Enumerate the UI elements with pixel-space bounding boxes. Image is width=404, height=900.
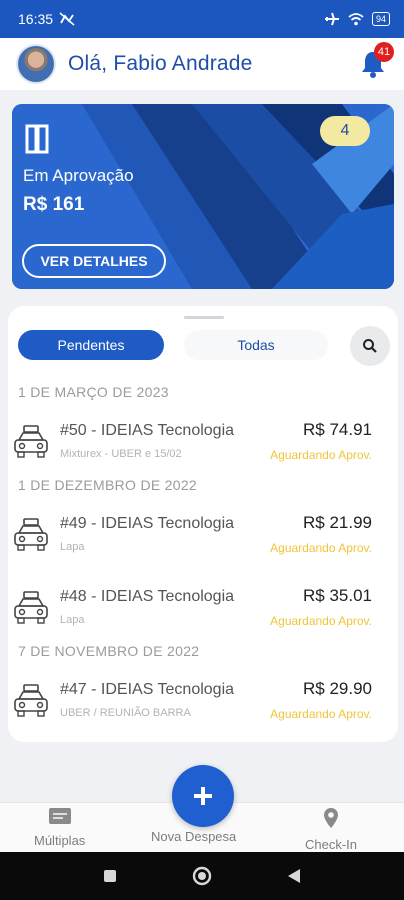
expense-title: #47 - IDEIAS Tecnologia [60, 681, 235, 698]
nav-checkin[interactable]: Check-In [305, 807, 357, 852]
expense-row[interactable]: #49 - IDEIAS Tecnologia Lapa R$ 21.99 Ag… [8, 511, 398, 567]
expense-subtitle: Mixturex - UBER e 15/02 [60, 448, 182, 460]
wifi-icon [348, 13, 364, 26]
status-time: 16:35 [18, 11, 54, 27]
location-pin-icon [324, 808, 339, 828]
app-logo-icon [25, 124, 49, 154]
tab-todas[interactable]: Todas [184, 330, 328, 360]
expense-amount: R$ 74.91 [303, 420, 372, 439]
notification-badge: 41 [374, 42, 394, 62]
notifications-button[interactable]: 41 [360, 42, 394, 78]
expense-title: #49 - IDEIAS Tecnologia [60, 515, 235, 532]
nav-nova-despesa[interactable]: Nova Despesa [151, 829, 236, 844]
expense-amount: R$ 35.01 [303, 586, 372, 605]
drag-handle[interactable] [184, 316, 224, 319]
expense-amount: R$ 21.99 [303, 513, 372, 532]
expense-row[interactable]: #50 - IDEIAS Tecnologia Mixturex - UBER … [8, 418, 398, 474]
search-button[interactable] [350, 326, 390, 366]
plus-icon [194, 787, 212, 805]
nav-multiplas-label: Múltiplas [34, 833, 86, 848]
app-header: Olá, Fabio Andrade 41 [0, 38, 404, 90]
expense-status: Aguardando Aprov. [270, 707, 372, 721]
approval-summary-card: Em Aprovação R$ 161 4 VER DETALHES [12, 104, 394, 289]
nav-nova-despesa-label: Nova Despesa [151, 829, 237, 844]
avatar[interactable] [16, 44, 56, 84]
expense-title: #48 - IDEIAS Tecnologia [60, 588, 235, 605]
expense-amount: R$ 29.90 [303, 679, 372, 698]
expense-subtitle: UBER / REUNIÃO BARRA [60, 707, 191, 719]
date-header: 7 DE NOVEMBRO DE 2022 [18, 643, 200, 659]
car-icon [14, 518, 48, 551]
car-icon [14, 684, 48, 717]
car-icon [14, 425, 48, 458]
view-details-button[interactable]: VER DETALHES [22, 244, 166, 278]
expense-list-panel: Pendentes Todas 1 DE MARÇO DE 2023 #50 -… [8, 306, 398, 742]
receipt-list-icon [48, 808, 71, 824]
search-icon [363, 339, 377, 353]
approval-label: Em Aprovação [23, 166, 134, 185]
battery-level: 94 [375, 13, 386, 24]
approval-count-badge: 4 [320, 116, 370, 146]
expense-subtitle: Lapa [60, 541, 85, 553]
tab-pendentes[interactable]: Pendentes [18, 330, 164, 360]
nav-multiplas[interactable]: Múltiplas [34, 807, 85, 848]
status-bar: 16:35 94 [0, 0, 404, 38]
expense-status: Aguardando Aprov. [270, 448, 372, 462]
nav-checkin-label: Check-In [305, 837, 358, 852]
battery-indicator: 94 [371, 12, 390, 26]
date-header: 1 DE DEZEMBRO DE 2022 [18, 477, 198, 493]
add-expense-button[interactable] [172, 765, 234, 827]
expense-subtitle: Lapa [60, 614, 85, 626]
approval-amount: R$ 161 [23, 194, 85, 215]
car-icon [14, 591, 48, 624]
do-not-disturb-icon [59, 12, 75, 26]
greeting-text: Olá, Fabio Andrade [68, 52, 253, 75]
expense-status: Aguardando Aprov. [270, 614, 372, 628]
expense-row[interactable]: #47 - IDEIAS Tecnologia UBER / REUNIÃO B… [8, 677, 398, 733]
expense-title: #50 - IDEIAS Tecnologia [60, 422, 235, 439]
airplane-mode-icon [324, 12, 339, 26]
home-icon[interactable] [192, 866, 212, 886]
recents-icon[interactable] [103, 869, 117, 883]
system-navigation-bar [0, 852, 404, 900]
date-header: 1 DE MARÇO DE 2023 [18, 384, 169, 400]
back-icon[interactable] [287, 868, 301, 884]
expense-row[interactable]: #48 - IDEIAS Tecnologia Lapa R$ 35.01 Ag… [8, 584, 398, 640]
expense-status: Aguardando Aprov. [270, 541, 372, 555]
